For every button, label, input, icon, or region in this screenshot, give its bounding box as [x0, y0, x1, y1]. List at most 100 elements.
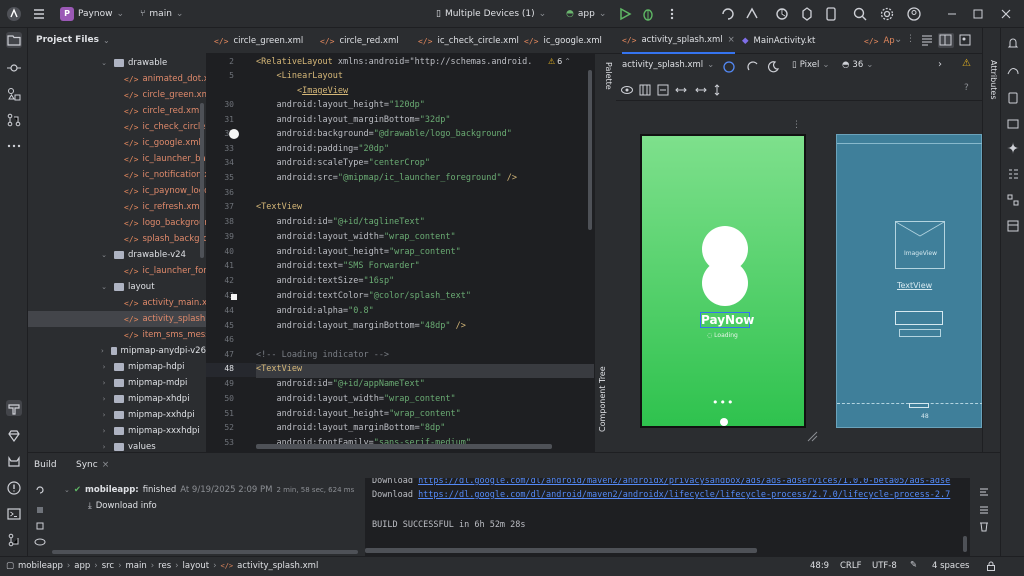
- terminal-icon[interactable]: [6, 506, 22, 522]
- tree-file[interactable]: </>animated_dot.xml: [28, 71, 206, 87]
- breadcrumb-item[interactable]: res: [158, 561, 171, 571]
- code-line[interactable]: <TextView: [256, 202, 302, 216]
- resource-manager-icon[interactable]: [6, 86, 22, 102]
- editor-vertical-scrollbar[interactable]: [588, 70, 592, 230]
- project-selector[interactable]: P Paynow ⌄: [60, 5, 124, 23]
- blueprint-toggle-icon[interactable]: [638, 83, 652, 97]
- color-swatch-icon[interactable]: [231, 294, 237, 300]
- breadcrumb-item[interactable]: app: [74, 561, 90, 571]
- soft-wrap-icon[interactable]: [978, 486, 990, 498]
- app-inspection-icon[interactable]: [1006, 193, 1020, 207]
- breadcrumb-item[interactable]: main: [126, 561, 147, 571]
- code-line[interactable]: android:textSize="16sp": [256, 276, 394, 290]
- chevron-right-icon[interactable]: ›: [100, 411, 108, 419]
- device-selector[interactable]: ▯ Multiple Devices (1) ⌄: [436, 5, 546, 23]
- code-line[interactable]: <ImageView: [256, 86, 348, 100]
- tree-folder[interactable]: › mipmap-xxxhdpi: [28, 423, 206, 439]
- more-actions-icon[interactable]: [664, 6, 680, 22]
- close-tab-icon[interactable]: ×: [728, 35, 735, 45]
- code-line[interactable]: android:padding="20dp": [256, 144, 389, 158]
- notifications-icon[interactable]: [1006, 36, 1020, 50]
- problems-icon[interactable]: [6, 480, 22, 496]
- tree-folder[interactable]: › mipmap-xhdpi: [28, 391, 206, 407]
- running-devices-icon[interactable]: [1006, 117, 1020, 131]
- rerun-icon[interactable]: [34, 484, 46, 496]
- stop-icon[interactable]: [34, 504, 46, 516]
- tree-file[interactable]: </>ic_check_circle.xml: [28, 119, 206, 135]
- chevron-right-icon[interactable]: ›: [100, 395, 108, 403]
- version-control-icon[interactable]: [6, 532, 22, 548]
- layout-inspector-icon[interactable]: [1006, 219, 1020, 233]
- tree-file[interactable]: </> circle_green.xml: [28, 87, 206, 103]
- inspection-widget[interactable]: ⚠ 6 ⌃: [548, 57, 571, 66]
- tab-circle-red[interactable]: </> circle_red.xml: [320, 28, 399, 54]
- constraints-icon[interactable]: [656, 83, 670, 97]
- file-encoding[interactable]: UTF-8: [872, 561, 897, 571]
- tree-file[interactable]: </>ic_launcher_background.xml: [28, 151, 206, 167]
- tree-folder[interactable]: › mipmap-xxhdpi: [28, 407, 206, 423]
- download-info-row[interactable]: ⤓ Download info: [88, 501, 157, 511]
- tree-folder[interactable]: ⌄ drawable: [28, 55, 206, 71]
- gradle-icon[interactable]: [1006, 64, 1020, 78]
- sync-gradle-icon[interactable]: [774, 6, 790, 22]
- code-line[interactable]: android:layout_marginBottom="8dp": [256, 423, 445, 437]
- code-line[interactable]: <!-- Loading indicator -->: [256, 350, 389, 364]
- tab-overflow[interactable]: </> Ap: [864, 28, 895, 54]
- chevron-right-icon[interactable]: ›: [100, 427, 108, 435]
- color-preview-icon[interactable]: [229, 129, 239, 139]
- api-level-selector[interactable]: ◓ 36 ⌄: [842, 60, 873, 70]
- console-vertical-scrollbar[interactable]: [963, 536, 967, 552]
- console-link-1[interactable]: https://dl.google.com/dl/android/maven2/…: [418, 478, 950, 486]
- apply-changes-icon[interactable]: [720, 6, 736, 22]
- code-line[interactable]: android:layout_height="wrap_content": [256, 409, 460, 423]
- code-line[interactable]: android:layout_marginBottom="48dp" />: [256, 321, 465, 335]
- sdk-manager-icon[interactable]: [799, 6, 815, 22]
- tree-file[interactable]: </>splash_background.xml: [28, 231, 206, 247]
- tab-ic-google[interactable]: </> ic_google.xml: [524, 28, 602, 54]
- minimize-icon[interactable]: [944, 6, 960, 22]
- commit-icon[interactable]: [6, 60, 22, 76]
- breadcrumb-item[interactable]: activity_splash.xml: [237, 561, 318, 571]
- code-line[interactable]: <TextView: [256, 364, 594, 378]
- more-options-icon[interactable]: ⋮: [906, 34, 915, 44]
- design-surface-icon[interactable]: [722, 60, 736, 74]
- tab-main-activity[interactable]: ◆ MainActivity.kt: [742, 28, 815, 54]
- indent-setting[interactable]: 4 spaces: [932, 561, 969, 571]
- chevron-right-icon[interactable]: ›: [100, 347, 105, 355]
- code-line[interactable]: android:id="@+id/appNameText": [256, 379, 424, 393]
- code-view-icon[interactable]: [920, 33, 936, 48]
- code-line[interactable]: android:alpha="0.8": [256, 306, 373, 320]
- code-line[interactable]: android:layout_height="wrap_content": [256, 247, 460, 261]
- tree-file[interactable]: </>ic_paynow_logo.xml: [28, 183, 206, 199]
- design-view-icon[interactable]: [958, 33, 974, 48]
- tree-file[interactable]: </>ic_launcher_foreground.xml: [28, 263, 206, 279]
- blueprint-preview[interactable]: ImageView TextView 48: [836, 134, 983, 428]
- scroll-to-end-icon[interactable]: [978, 504, 990, 516]
- phone-preview[interactable]: PayNow ◌ Loading •••: [640, 134, 806, 428]
- code-line[interactable]: android:background="@drawable/logo_backg…: [256, 129, 511, 143]
- line-ending[interactable]: CRLF: [840, 561, 861, 571]
- breadcrumb-item[interactable]: layout: [183, 561, 210, 571]
- settings-gear-icon[interactable]: [879, 6, 895, 22]
- tab-activity-splash[interactable]: </> activity_splash.xml ×: [622, 28, 735, 54]
- orientation-icon[interactable]: [746, 60, 760, 74]
- read-only-toggle-icon[interactable]: ✎: [910, 560, 917, 570]
- debug-icon[interactable]: [640, 6, 656, 22]
- tab-circle-green[interactable]: </> circle_green.xml: [214, 28, 303, 54]
- chevron-down-icon[interactable]: ⌄: [100, 251, 108, 259]
- tree-file[interactable]: </>ic_notification.xml: [28, 167, 206, 183]
- breadcrumb-item[interactable]: mobileapp: [18, 561, 63, 571]
- expand-toolbar-icon[interactable]: ›: [938, 59, 942, 70]
- breadcrumb-item[interactable]: src: [102, 561, 114, 571]
- android-studio-logo-icon[interactable]: [6, 6, 22, 22]
- device-manager-icon[interactable]: [823, 6, 839, 22]
- preview-app-name[interactable]: PayNow: [700, 312, 754, 328]
- horizontal-arrows-icon[interactable]: [694, 83, 708, 97]
- tab-list-chevron-icon[interactable]: ⌄: [894, 34, 902, 45]
- branch-selector[interactable]: ⑂ main ⌄: [140, 5, 183, 23]
- chevron-right-icon[interactable]: ›: [100, 363, 108, 371]
- chevron-down-icon[interactable]: ⌄: [100, 59, 108, 67]
- chevron-right-icon[interactable]: ›: [100, 443, 108, 451]
- split-view-icon[interactable]: [938, 33, 954, 48]
- layout-file-selector[interactable]: activity_splash.xml ⌄: [622, 60, 714, 70]
